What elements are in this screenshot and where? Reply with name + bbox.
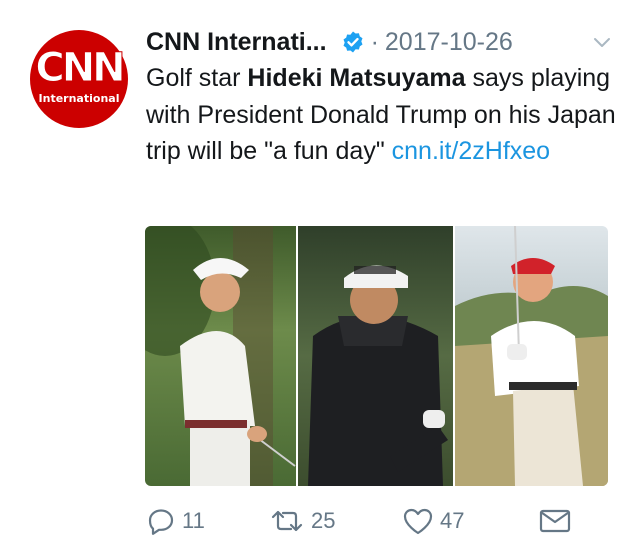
retweet-button[interactable]: 25 <box>269 506 335 536</box>
tweet-actions: 11 25 47 <box>146 500 586 550</box>
retweet-icon <box>271 510 303 532</box>
account-name[interactable]: CNN Internati... <box>146 28 327 57</box>
verified-badge-icon <box>343 31 363 53</box>
tweet-date[interactable]: 2017-10-26 <box>385 28 513 57</box>
tweet-link[interactable]: cnn.it/2zHfxeo <box>392 137 550 165</box>
reply-button[interactable]: 11 <box>146 506 205 536</box>
reply-icon <box>148 509 174 535</box>
tweet-header: CNN Internati... · 2017-10-26 <box>146 22 614 62</box>
golfer-right-photo <box>455 226 608 486</box>
heart-icon <box>403 508 433 535</box>
tweet-text-before: Golf star <box>146 64 248 92</box>
direct-message-button[interactable] <box>538 506 572 536</box>
like-button[interactable]: 47 <box>402 506 464 536</box>
like-count: 47 <box>440 508 465 533</box>
chevron-down-icon[interactable] <box>590 30 614 54</box>
tweet-text-mention: Hideki Matsuyama <box>247 64 466 92</box>
golfer-middle-photo <box>298 226 453 486</box>
tweet-media[interactable] <box>145 226 608 486</box>
date-separator: · <box>370 27 379 56</box>
avatar[interactable]: CNN International <box>30 30 128 128</box>
golfer-left-photo <box>145 226 296 486</box>
tweet-text: Golf star Hideki Matsuyama says playing … <box>146 60 616 170</box>
reply-count: 11 <box>182 508 205 533</box>
envelope-icon <box>539 509 571 533</box>
retweet-count: 25 <box>311 508 336 533</box>
cnn-logo: CNN <box>35 44 126 91</box>
avatar-subtitle: International <box>38 91 120 105</box>
